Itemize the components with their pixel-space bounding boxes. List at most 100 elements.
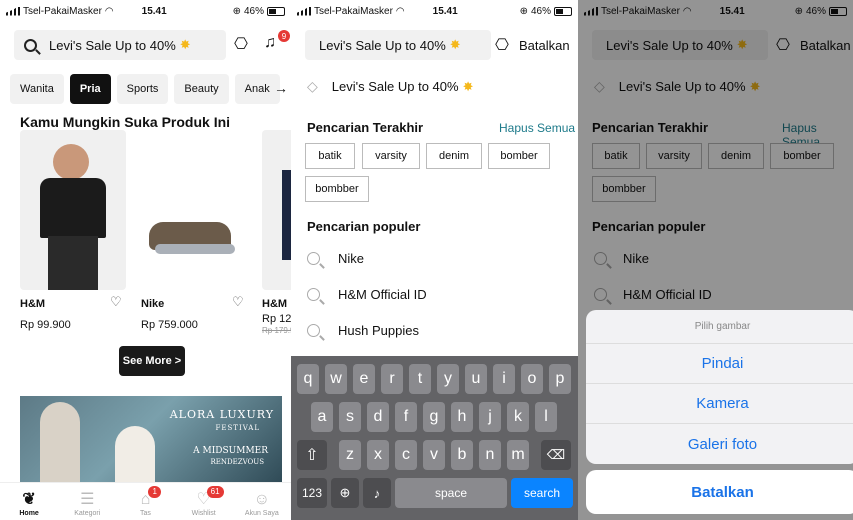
popular-item[interactable]: H&M Official ID xyxy=(307,287,427,302)
bottom-nav: ❦ Home ☰ Kategori ⌂ 1 Tas ♡ 61 Wishlist … xyxy=(0,482,291,520)
key-q[interactable]: q xyxy=(297,364,319,394)
nav-tas[interactable]: ⌂ 1 Tas xyxy=(120,486,170,517)
globe-icon[interactable]: ⊕ xyxy=(331,478,359,508)
product-card-3[interactable] xyxy=(262,130,291,290)
backspace-icon[interactable]: ⌫ xyxy=(541,440,571,470)
search-key[interactable]: search xyxy=(511,478,573,508)
popular-label: H&M Official ID xyxy=(338,287,427,302)
key-r[interactable]: r xyxy=(381,364,403,394)
nav-label: Tas xyxy=(140,510,151,517)
battery-icon xyxy=(267,6,285,16)
popular-item[interactable]: Nike xyxy=(307,251,364,266)
key-e[interactable]: e xyxy=(353,364,375,394)
chip-sports[interactable]: Sports xyxy=(116,74,169,104)
search-icon xyxy=(307,252,320,265)
key-m[interactable]: m xyxy=(507,440,529,470)
key-x[interactable]: x xyxy=(367,440,389,470)
key-z[interactable]: z xyxy=(339,440,361,470)
recent-tag[interactable]: varsity xyxy=(362,143,420,169)
search-bar[interactable]: Levi's Sale Up to 40% ✸ xyxy=(14,30,226,60)
carrier-name: Tsel-PakaiMasker xyxy=(23,5,102,17)
recent-tag[interactable]: batik xyxy=(305,143,355,169)
key-w[interactable]: w xyxy=(325,364,347,394)
chip-beauty[interactable]: Beauty xyxy=(174,74,229,104)
recent-tag[interactable]: denim xyxy=(426,143,482,169)
notification-badge: 9 xyxy=(278,30,290,42)
promo-banner[interactable]: ALORA LUXURY FESTIVAL A MIDSUMMER RENDEZ… xyxy=(20,396,282,484)
nav-home[interactable]: ❦ Home xyxy=(4,490,54,517)
product-brand: H&M xyxy=(262,298,288,310)
camera-option[interactable]: Kamera xyxy=(586,384,853,424)
scan-option[interactable]: Pindai xyxy=(586,344,853,384)
banner-line2: FESTIVAL xyxy=(215,424,260,432)
key-f[interactable]: f xyxy=(395,402,417,432)
popular-item[interactable]: Hush Puppies xyxy=(307,323,419,338)
nav-kategori[interactable]: ☰ Kategori xyxy=(62,490,112,517)
nav-akun[interactable]: ☺ Akun Saya xyxy=(237,490,287,517)
product-card-1[interactable] xyxy=(20,130,126,290)
key-k[interactable]: k xyxy=(507,402,529,432)
chip-pria[interactable]: Pria xyxy=(69,74,111,104)
key-y[interactable]: y xyxy=(437,364,459,394)
key-o[interactable]: o xyxy=(521,364,543,394)
heart-icon[interactable]: ♡ xyxy=(110,294,122,310)
promo-suggestion[interactable]: ◇ Levi's Sale Up to 40% ✸ xyxy=(307,78,473,95)
recommend-title: Kamu Mungkin Suka Produk Ini xyxy=(20,114,231,130)
status-bar: Tsel-PakaiMasker ◠ 15.41 ⊕ 46% xyxy=(291,0,578,22)
clear-all-link[interactable]: Hapus Semua xyxy=(499,121,575,135)
space-key[interactable]: space xyxy=(395,478,507,508)
key-l[interactable]: l xyxy=(535,402,557,432)
arrow-right-icon[interactable]: → xyxy=(274,80,288,96)
product-image xyxy=(141,130,247,290)
camera-icon[interactable]: ⎔ xyxy=(495,35,509,55)
nav-wishlist[interactable]: ♡ 61 Wishlist xyxy=(179,486,229,517)
key-i[interactable]: i xyxy=(493,364,515,394)
recent-tag[interactable]: bombber xyxy=(305,176,369,202)
key-v[interactable]: v xyxy=(423,440,445,470)
search-query: Levi's Sale Up to 40% xyxy=(319,37,446,53)
status-bar: Tsel-PakaiMasker ◠ 15.41 ⊕ 46% xyxy=(0,0,291,22)
sheet-header: Pilih gambar xyxy=(586,310,853,344)
list-icon: ☰ xyxy=(80,491,95,508)
cancel-button[interactable]: Batalkan xyxy=(519,38,570,53)
search-input[interactable]: Levi's Sale Up to 40% ✸ xyxy=(305,30,491,60)
chip-wanita[interactable]: Wanita xyxy=(10,74,64,104)
numbers-key[interactable]: 123 xyxy=(297,478,327,508)
search-icon xyxy=(24,38,37,52)
product-brand: Nike xyxy=(141,298,165,310)
key-t[interactable]: t xyxy=(409,364,431,394)
key-n[interactable]: n xyxy=(479,440,501,470)
key-a[interactable]: a xyxy=(311,402,333,432)
nav-label: Kategori xyxy=(74,510,101,517)
heart-icon[interactable]: ♡ xyxy=(232,294,244,310)
recent-tag[interactable]: bomber xyxy=(488,143,550,169)
key-p[interactable]: p xyxy=(549,364,571,394)
key-b[interactable]: b xyxy=(451,440,473,470)
chip-anak[interactable]: Anak xyxy=(234,74,280,104)
battery-icon xyxy=(554,6,572,16)
sheet-cancel-button[interactable]: Batalkan xyxy=(586,470,853,514)
microphone-icon[interactable]: ♪ xyxy=(363,478,391,508)
bell-icon[interactable]: ♫ xyxy=(264,34,276,52)
key-d[interactable]: d xyxy=(367,402,389,432)
keyboard: q w e r t y u i o p a s d f g h j k l ⇧ … xyxy=(291,356,578,520)
key-u[interactable]: u xyxy=(465,364,487,394)
gallery-option[interactable]: Galeri foto xyxy=(586,424,853,464)
status-time: 15.41 xyxy=(432,5,458,17)
key-s[interactable]: s xyxy=(339,402,361,432)
key-h[interactable]: h xyxy=(451,402,473,432)
product-card-2[interactable] xyxy=(141,130,247,290)
alarm-icon: ⊕ xyxy=(519,5,528,17)
nav-label: Akun Saya xyxy=(244,510,279,517)
product-price: Rp 759.000 xyxy=(141,319,198,331)
shift-icon[interactable]: ⇧ xyxy=(297,440,327,470)
see-more-button[interactable]: See More > xyxy=(119,346,185,376)
banner-line3: A MIDSUMMER xyxy=(193,446,268,456)
account-icon: ☺ xyxy=(253,491,271,508)
key-c[interactable]: c xyxy=(395,440,417,470)
camera-icon[interactable]: ⎔ xyxy=(234,34,248,54)
battery-percent: 46% xyxy=(530,5,551,17)
key-j[interactable]: j xyxy=(479,402,501,432)
promo-text: Levi's Sale Up to 40% xyxy=(331,79,459,94)
key-g[interactable]: g xyxy=(423,402,445,432)
